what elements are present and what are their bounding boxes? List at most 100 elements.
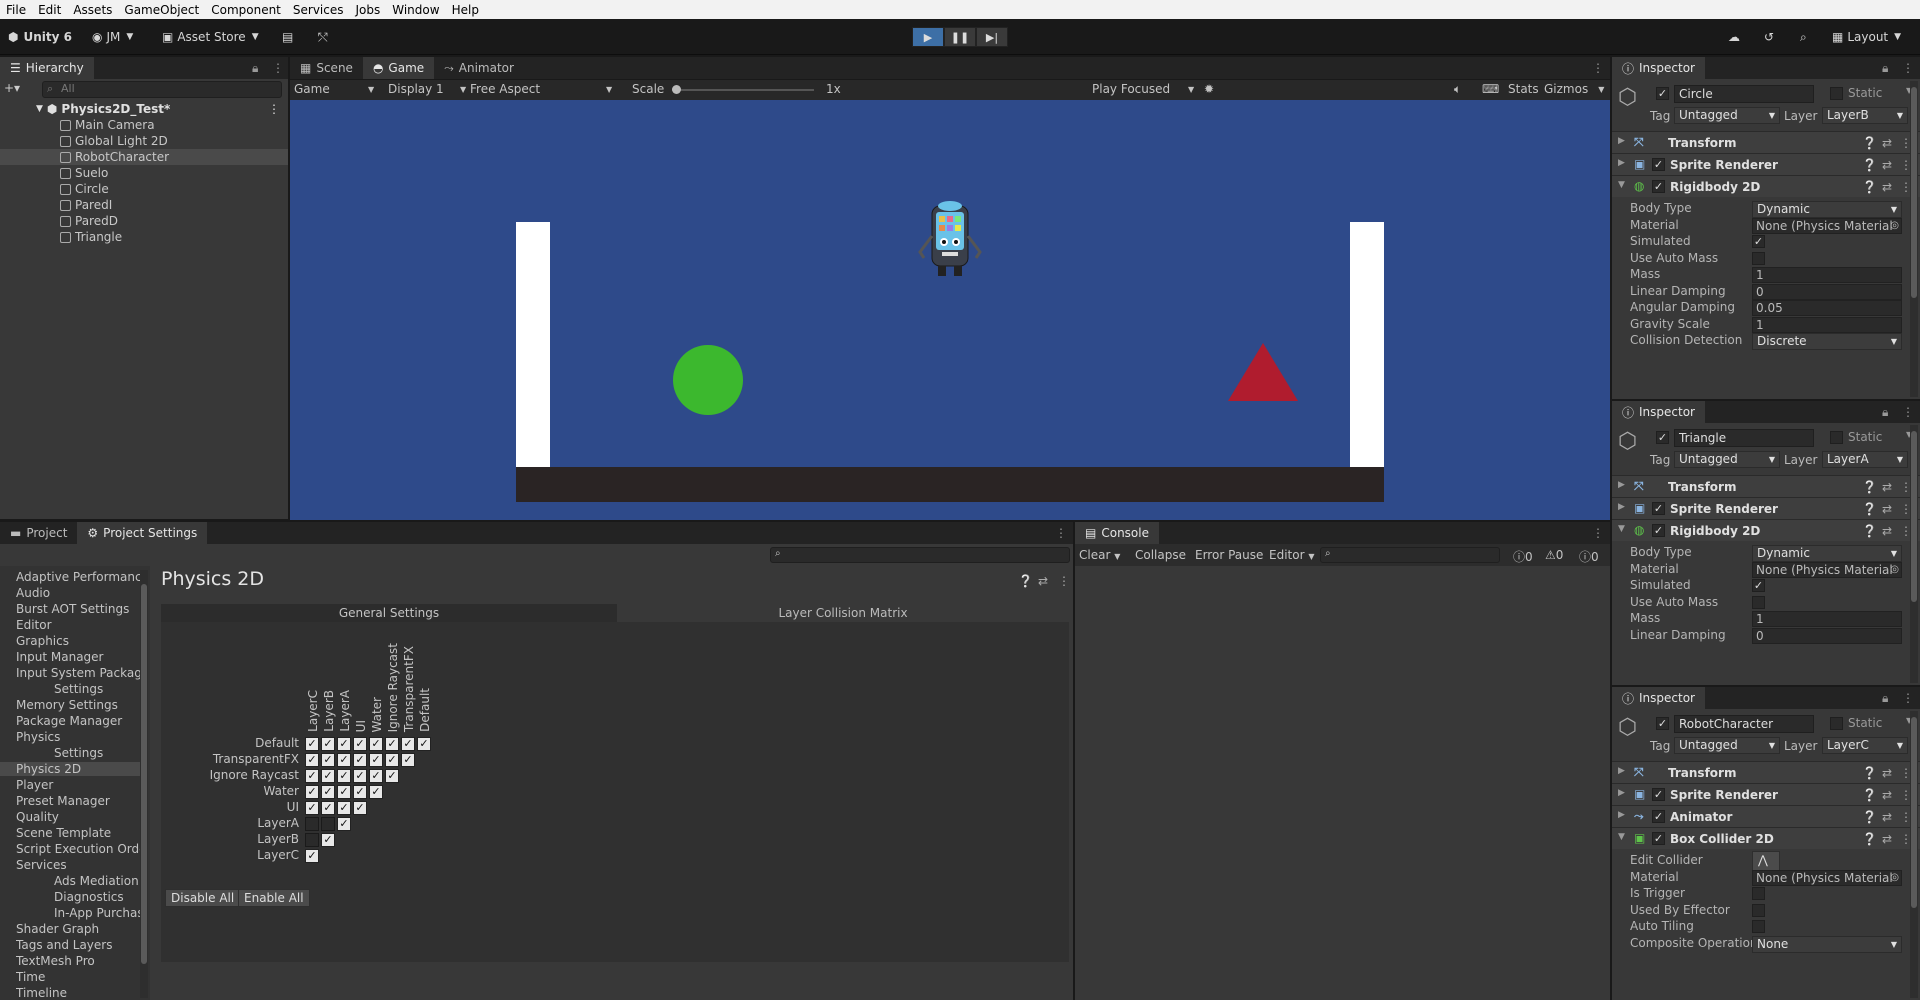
preset-icon[interactable]: ⇄ (1882, 158, 1892, 172)
version-control-icon[interactable]: ⤲ (318, 26, 328, 48)
lock-icon[interactable]: 🔒︎ (1882, 691, 1888, 706)
kebab-menu-icon[interactable]: ⋮ (1902, 405, 1914, 419)
settings-list-item[interactable]: TextMesh Pro (16, 954, 140, 968)
lock-icon[interactable]: 🔒︎ (252, 61, 258, 76)
property-checkbox[interactable]: ✓ (1752, 235, 1765, 248)
matrix-checkbox[interactable]: ✓ (353, 801, 367, 815)
settings-list-item[interactable]: Package Manager (16, 714, 140, 728)
search-icon[interactable]: ⌕ (1800, 26, 1807, 48)
scrollbar-thumb[interactable] (1911, 87, 1917, 298)
component-header[interactable]: ▶ ▣ ✓ Sprite Renderer ❔ ⇄ ⋮ (1612, 497, 1920, 519)
play-button[interactable]: ▶ (912, 27, 944, 47)
object-name-field[interactable]: RobotCharacter (1674, 715, 1814, 733)
tag-dropdown[interactable]: Untagged ▼ (1674, 107, 1780, 124)
matrix-checkbox[interactable]: ✓ (353, 737, 367, 751)
matrix-checkbox[interactable]: ✓ (337, 801, 351, 815)
preset-icon[interactable]: ⇄ (1882, 524, 1892, 538)
settings-list-item[interactable]: Time (16, 970, 140, 984)
component-header[interactable]: ▼ ▣ ✓ Box Collider 2D ❔ ⇄ ⋮ (1612, 827, 1920, 849)
scale-slider[interactable] (672, 85, 814, 94)
layer-dropdown[interactable]: LayerC ▼ (1822, 737, 1908, 754)
cloud-icon[interactable]: ☁ (1728, 26, 1740, 48)
gizmos-dropdown[interactable]: Gizmos ▼ (1544, 82, 1604, 96)
settings-list-item[interactable]: Timeline (16, 986, 140, 1000)
property-dropdown[interactable]: Dynamic ▼ (1752, 545, 1902, 562)
number-field[interactable]: 0 (1752, 283, 1902, 300)
settings-list-item[interactable]: Settings (54, 682, 140, 696)
tab-game[interactable]: ◓ Game (362, 57, 435, 79)
property-dropdown[interactable]: Discrete ▼ (1752, 333, 1902, 350)
property-checkbox[interactable] (1752, 251, 1765, 265)
log-count-toggle[interactable]: ⓘ0 (1513, 548, 1533, 565)
settings-list-item[interactable]: Graphics (16, 634, 140, 648)
layout-dropdown[interactable]: ▦ Layout ▼ (1832, 26, 1901, 48)
static-checkbox[interactable] (1830, 87, 1843, 100)
settings-list-item[interactable]: Physics 2D (0, 762, 140, 776)
matrix-checkbox[interactable]: ✓ (305, 769, 319, 783)
hierarchy-item[interactable]: Suelo (60, 165, 286, 181)
kebab-menu-icon[interactable]: ⋮ (1902, 691, 1914, 705)
matrix-checkbox[interactable]: ✓ (385, 753, 399, 767)
scrollbar-thumb[interactable] (1911, 717, 1917, 908)
help-icon[interactable]: ❔ (1862, 788, 1877, 802)
tab-project-settings[interactable]: ⚙ Project Settings (77, 522, 208, 544)
clear-dropdown[interactable]: Clear ▼ (1079, 548, 1120, 562)
component-enabled-checkbox[interactable]: ✓ (1652, 158, 1665, 171)
enable-all-button[interactable]: Enable All (238, 889, 310, 907)
component-enabled-checkbox[interactable]: ✓ (1652, 524, 1665, 537)
settings-list-item[interactable]: Input Manager (16, 650, 140, 664)
number-field[interactable]: 1 (1752, 316, 1902, 333)
kebab-menu-icon[interactable]: ⋮ (1592, 61, 1604, 75)
settings-list-scrollbar[interactable] (140, 570, 148, 998)
matrix-checkbox[interactable]: ✓ (401, 753, 415, 767)
matrix-checkbox[interactable]: ✓ (353, 753, 367, 767)
matrix-checkbox[interactable]: ✓ (369, 737, 383, 751)
settings-list-item[interactable]: ▼Physics (16, 730, 140, 744)
hierarchy-item[interactable]: RobotCharacter (0, 149, 288, 165)
keyboard-icon[interactable]: ⌨ (1482, 82, 1499, 96)
tab-layer-collision-matrix[interactable]: Layer Collision Matrix (617, 604, 1069, 622)
console-search-input[interactable]: ⌕ (1320, 547, 1500, 563)
matrix-checkbox[interactable]: ✓ (321, 801, 335, 815)
hierarchy-item[interactable]: Main Camera (60, 117, 286, 133)
menu-services[interactable]: Services (293, 3, 344, 17)
preset-icon[interactable]: ⇄ (1882, 766, 1892, 780)
asset-store-dropdown[interactable]: ▣ Asset Store ▼ (162, 26, 259, 48)
aspect-dropdown[interactable]: Free Aspect ▼ (470, 82, 620, 96)
scrollbar-thumb[interactable] (1911, 431, 1917, 602)
preset-icon[interactable]: ⇄ (1038, 574, 1048, 588)
game-mode-dropdown[interactable]: Game ▼ (294, 82, 380, 96)
settings-list-item[interactable]: Quality (16, 810, 140, 824)
component-enabled-checkbox[interactable]: ✓ (1652, 788, 1665, 801)
component-header[interactable]: ▶ ⤳ ✓ Animator ❔ ⇄ ⋮ (1612, 805, 1920, 827)
settings-list-item[interactable]: Memory Settings (16, 698, 140, 712)
property-checkbox[interactable]: ✓ (1752, 579, 1765, 592)
error-pause-toggle[interactable]: Error Pause (1195, 548, 1263, 562)
preset-icon[interactable]: ⇄ (1882, 136, 1892, 150)
matrix-checkbox[interactable]: ✓ (385, 737, 399, 751)
layer-dropdown[interactable]: LayerA ▼ (1822, 451, 1908, 468)
tab-inspector[interactable]: ⓘ Inspector (1612, 57, 1705, 79)
scrollbar-thumb[interactable] (141, 584, 147, 964)
preset-icon[interactable]: ⇄ (1882, 832, 1892, 846)
component-header[interactable]: ▶ ⤧ Transform ❔ ⇄ ⋮ (1612, 475, 1920, 497)
settings-list-item[interactable]: In-App Purchasing (54, 906, 140, 920)
matrix-checkbox[interactable]: ✓ (337, 737, 351, 751)
matrix-checkbox[interactable]: ✓ (417, 737, 431, 751)
unity-button[interactable]: ⬢ Unity 6 (8, 26, 72, 48)
settings-search-input[interactable]: ⌕ (770, 547, 1070, 563)
help-icon[interactable]: ❔ (1862, 480, 1877, 494)
menu-edit[interactable]: Edit (38, 3, 61, 17)
settings-list-item[interactable]: Settings (54, 746, 140, 760)
settings-list-item[interactable]: Script Execution Orde (16, 842, 140, 856)
help-icon[interactable]: ❔ (1862, 180, 1877, 194)
tab-hierarchy[interactable]: ☰ Hierarchy (0, 57, 94, 79)
property-checkbox[interactable] (1752, 920, 1765, 933)
hierarchy-search-input[interactable]: ⌕ All (42, 81, 282, 98)
help-icon[interactable]: ❔ (1862, 136, 1877, 150)
object-name-field[interactable]: Circle (1674, 85, 1814, 103)
hierarchy-item[interactable]: ParedI (60, 197, 286, 213)
settings-list-item[interactable]: Player (16, 778, 140, 792)
number-field[interactable]: 0 (1752, 627, 1902, 644)
component-enabled-checkbox[interactable]: ✓ (1652, 502, 1665, 515)
